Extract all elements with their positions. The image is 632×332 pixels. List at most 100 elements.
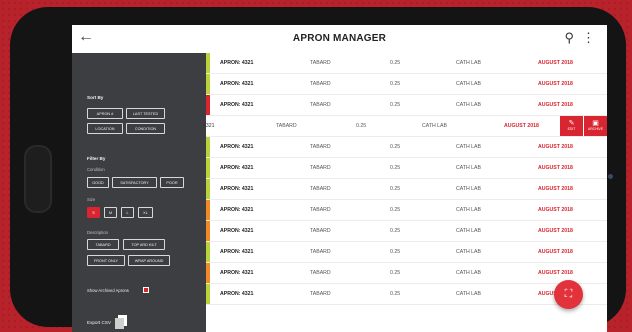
sort-location-button[interactable]: LOCATION	[87, 123, 123, 134]
cell-date: AUGUST 2018	[538, 165, 573, 171]
cell-apron: APRON: 4321	[220, 60, 254, 66]
table-row[interactable]: APRON: 4321TABARD0.25CATH LABAUGUST 2018	[206, 200, 607, 221]
cell-type: TABARD	[310, 249, 331, 255]
status-strip	[206, 137, 210, 157]
cell-type: TABARD	[310, 186, 331, 192]
table-row[interactable]: APRON: 4321TABARD0.25CATH LABAUGUST 2018	[206, 137, 607, 158]
cell-apron: APRON: 4321	[220, 102, 254, 108]
cell-date: AUGUST 2018	[538, 270, 573, 276]
size-label: Size	[87, 197, 96, 202]
size-m-chip[interactable]: M	[104, 207, 117, 218]
status-strip	[206, 74, 210, 94]
edit-action-button[interactable]: ✎ EDIT	[560, 116, 583, 136]
status-strip	[206, 95, 210, 115]
condition-satisfactory-chip[interactable]: SATISFACTORY	[112, 177, 157, 188]
cell-type: TABARD	[310, 81, 331, 87]
page-title: APRON MANAGER	[292, 33, 387, 44]
more-vert-icon[interactable]: ⋮	[582, 30, 595, 45]
cell-location: CATH LAB	[456, 249, 481, 255]
cell-date: AUGUST 2018	[538, 144, 573, 150]
archive-action-button[interactable]: ▣ ARCHIVE	[584, 116, 607, 136]
cell-apron: APRON: 4321	[220, 81, 254, 87]
status-strip	[206, 158, 210, 178]
status-strip	[206, 179, 210, 199]
description-front-only-chip[interactable]: FRONT ONLY	[87, 255, 125, 266]
cell-date: AUGUST 2018	[538, 228, 573, 234]
cell-type: TABARD	[310, 165, 331, 171]
cell-location: CATH LAB	[456, 102, 481, 108]
app-bar: ← APRON MANAGER ⚲ ⋮	[72, 25, 607, 54]
table-row[interactable]: APRON: 4321TABARD0.25CATH LABAUGUST 2018	[206, 263, 607, 284]
cell-value: 0.25	[390, 186, 401, 192]
camera	[608, 174, 613, 179]
earpiece	[24, 145, 52, 213]
show-archived-checkbox[interactable]	[143, 287, 149, 293]
sort-apron-button[interactable]: APRON #	[87, 108, 123, 119]
table-row[interactable]: APRON: 4321 TABARD 0.25 CATH LAB AUGUST 2018	[206, 179, 607, 200]
table-row[interactable]: 4321 TABARD 0.25 CATH LAB AUGUST 2018 ✎ EDIT ▣ A…	[203, 116, 607, 137]
cell-value: 0.25	[390, 165, 401, 171]
condition-label: Condition	[87, 167, 105, 172]
action-label: ARCHIVE	[587, 127, 604, 131]
archive-icon: ▣	[592, 120, 599, 127]
cell-value: 0.25	[390, 207, 401, 213]
status-strip	[206, 263, 210, 283]
cell-type: TABARD	[310, 207, 331, 213]
cell-value: 0.25	[356, 123, 367, 129]
cell-apron: 4321	[203, 123, 215, 129]
cell-date: AUGUST 2018	[538, 60, 573, 66]
scan-button[interactable]: ⛶	[554, 280, 583, 309]
edit-icon: ✎	[568, 120, 575, 127]
condition-poor-chip[interactable]: POOR	[160, 177, 184, 188]
cell-value: 0.25	[390, 228, 401, 234]
table-row[interactable]: APRON: 4321 TABARD 0.25 CATH LAB AUGUST 2018	[206, 158, 607, 179]
condition-good-chip[interactable]: GOOD	[87, 177, 109, 188]
sort-last-tested-button[interactable]: LAST TESTED	[126, 108, 165, 119]
app-screen: ← APRON MANAGER ⚲ ⋮ Sort By APRON # LAST …	[72, 25, 607, 332]
table-row[interactable]: APRON: 4321TABARD0.25CATH LABAUGUST 2018	[206, 74, 607, 95]
status-strip	[206, 200, 210, 220]
table-row[interactable]: APRON: 4321TABARD0.25CATH LABAUGUST 2018	[206, 221, 607, 242]
table-row[interactable]: APRON: 4321TABARD0.25CATH LABAUGUST 2018	[206, 284, 607, 305]
size-l-chip[interactable]: L	[121, 207, 134, 218]
export-csv-icon[interactable]	[115, 315, 127, 329]
size-s-chip[interactable]: S	[87, 207, 100, 218]
tablet-frame: ← APRON MANAGER ⚲ ⋮ Sort By APRON # LAST …	[10, 7, 626, 332]
cell-date: AUGUST 2018	[538, 249, 573, 255]
cell-location: CATH LAB	[456, 81, 481, 87]
cell-type: TABARD	[310, 60, 331, 66]
cell-date: AUGUST 2018	[538, 186, 573, 192]
cell-type: TABARD	[310, 144, 331, 150]
cell-location: CATH LAB	[456, 165, 481, 171]
cell-apron: APRON: 4321	[220, 165, 254, 171]
cell-value: 0.25	[390, 102, 401, 108]
description-tabard-chip[interactable]: TABARD	[87, 239, 119, 250]
cell-value: 0.25	[390, 291, 401, 297]
cell-type: TABARD	[310, 291, 331, 297]
cell-date: AUGUST 2018	[538, 207, 573, 213]
cell-location: CATH LAB	[456, 207, 481, 213]
cell-apron: APRON: 4321	[220, 186, 254, 192]
description-wrap-around-chip[interactable]: WRAP AROUND	[128, 255, 170, 266]
action-label: EDIT	[567, 127, 576, 131]
table-row[interactable]: APRON: 4321TABARD0.25CATH LABAUGUST 2018	[206, 95, 607, 116]
cell-date: AUGUST 2018	[538, 102, 573, 108]
cell-type: TABARD	[310, 270, 331, 276]
cell-apron: APRON: 4321	[220, 249, 254, 255]
size-xl-chip[interactable]: XL	[138, 207, 153, 218]
table-row[interactable]: APRON: 4321TABARD0.25CATH LABAUGUST 2018	[206, 242, 607, 263]
status-strip	[206, 242, 210, 262]
search-icon[interactable]: ⚲	[564, 30, 574, 45]
export-csv-label: Export CSV	[87, 320, 111, 325]
cell-value: 0.25	[390, 270, 401, 276]
sort-condition-button[interactable]: CONDITION	[126, 123, 165, 134]
description-top-ard-kilt-chip[interactable]: TOP ARD KILT	[123, 239, 165, 250]
table-row[interactable]: APRON: 4321TABARD0.25CATH LABAUGUST 2018	[206, 53, 607, 74]
sort-by-heading: Sort By	[87, 95, 104, 100]
cell-location: CATH LAB	[456, 270, 481, 276]
cell-location: CATH LAB	[456, 228, 481, 234]
cell-location: CATH LAB	[422, 123, 447, 129]
cell-location: CATH LAB	[456, 186, 481, 192]
apron-table: APRON: 4321 TABARD 0.25 CATH LAB AUGUST 2018…	[203, 53, 607, 305]
cell-location: CATH LAB	[456, 144, 481, 150]
